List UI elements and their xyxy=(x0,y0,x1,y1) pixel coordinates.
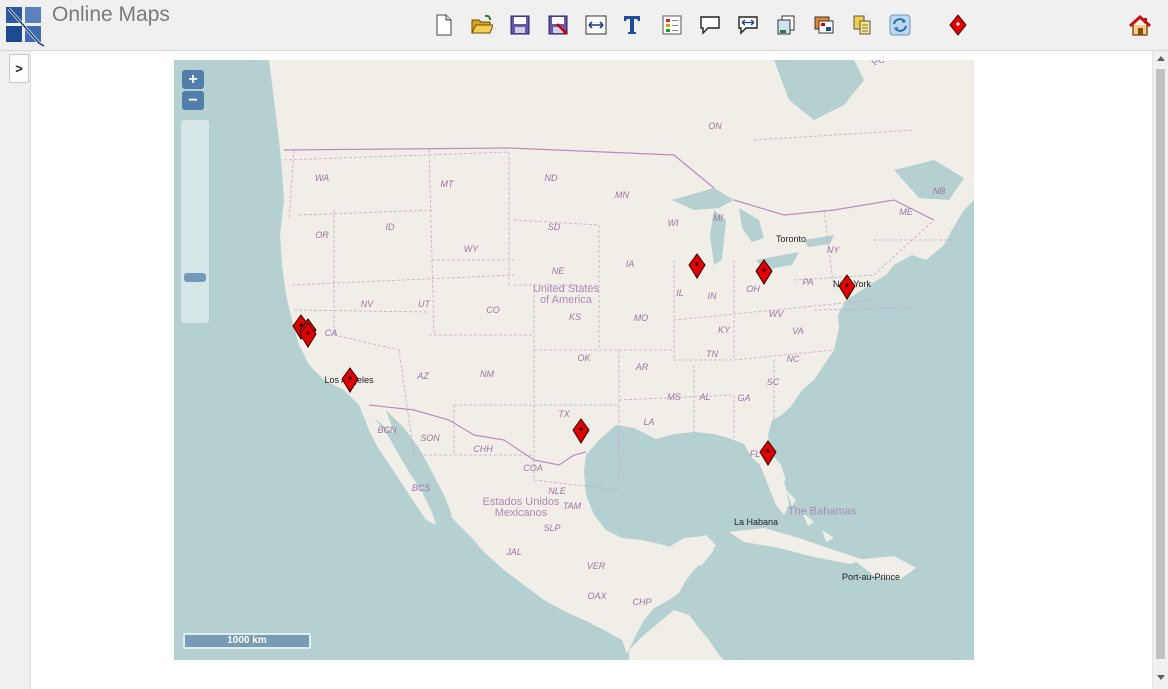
region-label: MT xyxy=(440,179,454,189)
scale-bar: 1000 km xyxy=(183,633,311,649)
region-label: SLP xyxy=(543,523,561,533)
vertical-scrollbar[interactable] xyxy=(1152,51,1168,689)
refresh-icon[interactable] xyxy=(888,12,912,38)
country-label: The Bahamas xyxy=(787,505,857,518)
region-label: AL xyxy=(699,392,711,402)
zoom-in-button[interactable]: + xyxy=(182,70,204,89)
zoom-slider-handle[interactable] xyxy=(184,273,206,282)
multi-document-icon[interactable] xyxy=(850,12,874,38)
marker-austin[interactable] xyxy=(571,418,591,444)
new-document-icon[interactable] xyxy=(432,12,456,38)
region-label: CHP xyxy=(632,597,652,607)
text-tool-icon[interactable] xyxy=(620,12,644,38)
region-label: UT xyxy=(418,299,430,309)
region-label: WV xyxy=(768,309,784,319)
city-label: La Habana xyxy=(733,517,779,527)
legend-icon[interactable] xyxy=(660,12,684,38)
region-label: NV xyxy=(360,299,374,309)
region-label: NC xyxy=(786,354,800,364)
region-label: WI xyxy=(667,218,679,228)
region-label: LA xyxy=(643,417,655,427)
region-label: BCS xyxy=(411,483,431,493)
region-label: VA xyxy=(792,326,804,336)
home-icon[interactable] xyxy=(1127,13,1153,39)
region-label: TAM xyxy=(562,501,582,511)
region-label: JAL xyxy=(506,547,522,557)
region-label: VER xyxy=(586,561,606,571)
zoom-slider[interactable] xyxy=(181,120,209,323)
region-label: BCN xyxy=(377,425,397,435)
region-label: MI xyxy=(713,213,723,223)
region-label: GA xyxy=(737,393,751,403)
marker-columbus[interactable] xyxy=(754,259,774,285)
layers-icon[interactable] xyxy=(812,12,836,38)
map-base-layer xyxy=(174,60,974,660)
marker-new-york[interactable] xyxy=(837,274,857,300)
region-label: KS xyxy=(568,312,582,322)
region-label: NB xyxy=(932,186,946,196)
resize-width-icon[interactable] xyxy=(584,12,608,38)
app-title: Online Maps xyxy=(52,3,170,26)
left-panel-strip xyxy=(0,51,31,689)
city-label: Toronto xyxy=(775,234,807,244)
region-label: OH xyxy=(746,284,760,294)
region-label: ON xyxy=(708,121,722,131)
scroll-thumb[interactable] xyxy=(1156,69,1165,659)
copy-icon[interactable] xyxy=(774,12,798,38)
region-label: IL xyxy=(676,288,684,298)
country-label: United States of America xyxy=(532,283,600,306)
city-label: Port-au-Prince xyxy=(841,572,901,582)
zoom-out-button[interactable]: − xyxy=(182,91,204,110)
region-label: MS xyxy=(667,392,681,402)
region-label: NY xyxy=(826,245,840,255)
region-label: SON xyxy=(420,433,440,443)
region-label: OK xyxy=(577,353,591,363)
region-label: OR xyxy=(315,230,329,240)
region-label: WY xyxy=(463,244,479,254)
marker-florida[interactable] xyxy=(758,440,778,466)
region-label: KY xyxy=(717,325,731,335)
region-label: CO xyxy=(486,305,500,315)
region-label: IN xyxy=(707,291,717,301)
region-label: QC xyxy=(871,60,885,65)
panel-toggle-button[interactable]: > xyxy=(9,54,29,83)
save-icon[interactable] xyxy=(508,12,532,38)
region-label: WA xyxy=(314,173,330,183)
marker-san-jose[interactable] xyxy=(298,322,318,348)
region-label: TN xyxy=(706,349,718,359)
open-folder-icon[interactable] xyxy=(470,12,494,38)
region-label: CA xyxy=(324,328,338,338)
region-label: ME xyxy=(899,207,913,217)
region-label: AZ xyxy=(417,371,429,381)
region-label: NM xyxy=(480,369,494,379)
marker-chicago[interactable] xyxy=(687,253,707,279)
region-label: MO xyxy=(633,313,649,323)
map-view[interactable]: WA MT ND MN OR ID SD WY WI MI NE IA NV U… xyxy=(174,60,974,660)
speech-balloon-icon[interactable] xyxy=(698,12,722,38)
region-label: COA xyxy=(523,463,543,473)
country-label: Estados Unidos Mexicanos xyxy=(482,496,560,519)
region-label: CHH xyxy=(473,444,493,454)
region-label: SC xyxy=(766,377,780,387)
app-logo xyxy=(5,5,45,48)
region-label: MN xyxy=(615,190,629,200)
header-bar: Online Maps xyxy=(0,0,1168,51)
marker-los-angeles[interactable] xyxy=(340,367,360,393)
region-label: NLE xyxy=(548,486,566,496)
region-label: TX xyxy=(558,409,570,419)
region-label: SD xyxy=(547,222,561,232)
region-label: AR xyxy=(635,362,649,372)
region-label: IA xyxy=(625,259,635,269)
region-label: ID xyxy=(385,222,395,232)
region-label: NE xyxy=(551,266,565,276)
map-marker-tool-icon[interactable] xyxy=(946,12,970,38)
scroll-down-arrow-icon[interactable] xyxy=(1157,675,1165,680)
region-label: PA xyxy=(802,277,814,287)
save-as-icon[interactable] xyxy=(546,12,570,38)
region-label: ND xyxy=(544,173,558,183)
scroll-up-arrow-icon[interactable] xyxy=(1157,56,1165,61)
region-label: OAX xyxy=(587,591,607,601)
balloon-resize-icon[interactable] xyxy=(736,12,760,38)
